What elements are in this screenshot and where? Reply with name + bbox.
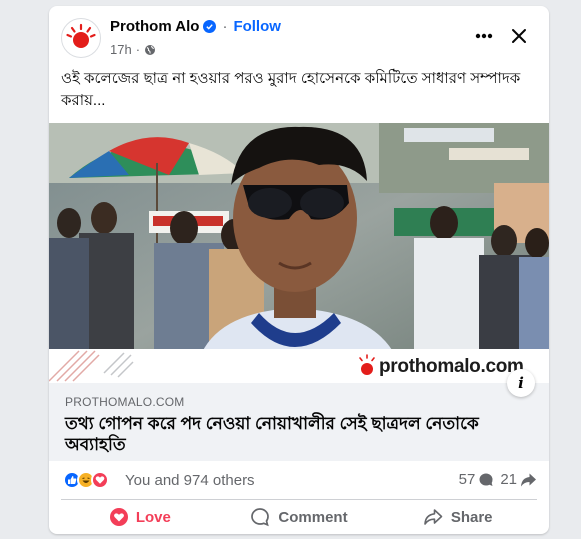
more-dots-icon <box>475 33 493 39</box>
close-button[interactable] <box>505 22 533 50</box>
page-name-row: Prothom Alo · Follow <box>110 18 281 35</box>
reactions-bar: You and 974 others 57 21 <box>49 461 549 499</box>
page-name[interactable]: Prothom Alo <box>110 18 199 35</box>
share-arrow-icon <box>521 473 536 486</box>
share-count-value: 21 <box>500 471 517 488</box>
comment-label: Comment <box>278 508 348 526</box>
actions-divider <box>61 499 537 500</box>
comment-count-value: 57 <box>458 471 476 488</box>
prothom-alo-logo-icon <box>66 23 96 48</box>
close-icon <box>512 29 526 43</box>
post-caption: ওই কলেজের ছাত্র না হওয়ার পরও মুরাদ হোসে… <box>61 70 521 109</box>
separator-dot: · <box>135 42 141 57</box>
more-options-button[interactable] <box>469 24 499 48</box>
page-avatar[interactable] <box>61 18 101 58</box>
post-meta: 17h · <box>110 42 156 57</box>
info-button[interactable]: i <box>507 369 535 397</box>
post-header: Prothom Alo · Follow 17h · <box>49 6 549 68</box>
follow-button[interactable]: Follow <box>233 18 281 35</box>
verified-badge-icon <box>203 20 217 33</box>
reaction-icons[interactable] <box>63 471 109 489</box>
link-domain: PROTHOMALO.COM <box>65 395 185 409</box>
post-image[interactable]: prothomalo.com <box>49 123 549 383</box>
comment-button[interactable]: Comment <box>220 501 379 533</box>
share-label: Share <box>450 508 493 526</box>
post-card: Prothom Alo · Follow 17h · ওই কলেজের ছাত… <box>49 6 549 534</box>
post-time[interactable]: 17h <box>110 42 132 57</box>
comment-icon <box>251 508 270 527</box>
comment-count[interactable]: 57 <box>459 471 495 488</box>
love-icon <box>109 508 128 526</box>
share-icon <box>424 509 443 525</box>
share-count[interactable]: 21 <box>500 471 537 488</box>
share-button[interactable]: Share <box>378 501 537 533</box>
link-headline[interactable]: তথ্য গোপন করে পদ নেওয়া নোয়াখালীর সেই ছ… <box>65 413 505 455</box>
reaction-summary[interactable]: You and 974 others <box>125 472 255 489</box>
comment-bubble-icon <box>479 473 493 486</box>
news-photo <box>49 123 549 383</box>
love-button[interactable]: Love <box>61 501 220 533</box>
action-bar: Love Comment Share <box>61 501 537 533</box>
link-preview[interactable]: i PROTHOMALO.COM তথ্য গোপন করে পদ নেওয়া… <box>49 369 549 461</box>
engagement-counts: 57 21 <box>459 471 537 488</box>
separator-dot: · <box>222 18 228 35</box>
globe-icon[interactable] <box>144 44 156 56</box>
love-reaction-icon <box>91 471 109 489</box>
image-watermark: prothomalo.com <box>379 356 524 377</box>
love-label: Love <box>135 508 171 526</box>
